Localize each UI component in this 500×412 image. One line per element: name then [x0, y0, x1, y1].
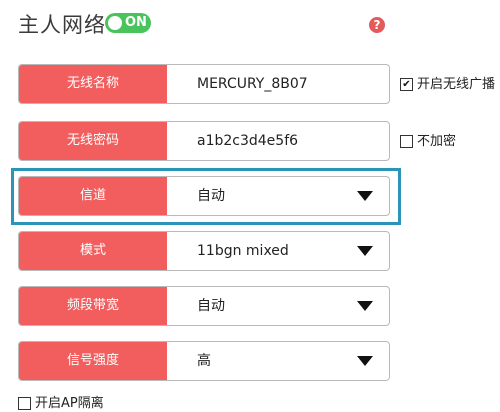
triangle-down-icon[interactable] [357, 356, 373, 366]
help-icon[interactable]: ? [369, 17, 385, 33]
signal-strength-label: 信号强度 [19, 342, 167, 380]
password-label: 无线密码 [19, 122, 167, 160]
enable-broadcast-label: 开启无线广播 [417, 77, 496, 92]
ap-isolation-option[interactable]: 开启AP隔离 [18, 396, 104, 412]
channel-value: 自动 [197, 188, 225, 204]
bandwidth-select[interactable]: 频段带宽 自动 [18, 286, 390, 326]
channel-select[interactable]: 信道 自动 [18, 176, 390, 216]
mode-value: 11bgn mixed [197, 243, 289, 259]
triangle-down-icon[interactable] [357, 301, 373, 311]
password-value[interactable]: a1b2c3d4e5f6 [197, 122, 298, 160]
toggle-label: ON [125, 15, 147, 30]
no-encryption-option[interactable]: 不加密 [400, 134, 456, 150]
ssid-label: 无线名称 [19, 65, 167, 103]
triangle-down-icon[interactable] [357, 246, 373, 256]
password-field[interactable]: 无线密码 a1b2c3d4e5f6 [18, 121, 390, 161]
mode-select[interactable]: 模式 11bgn mixed [18, 231, 390, 271]
page-title: 主人网络 [18, 13, 106, 37]
wireless-toggle[interactable]: ON [105, 13, 151, 33]
triangle-down-icon[interactable] [357, 191, 373, 201]
mode-label: 模式 [19, 232, 167, 270]
signal-strength-select[interactable]: 信号强度 高 [18, 341, 390, 381]
checkbox-icon[interactable] [400, 135, 413, 148]
toggle-knob [108, 16, 122, 30]
bandwidth-value: 自动 [197, 298, 225, 314]
signal-strength-value: 高 [197, 353, 211, 369]
no-encryption-label: 不加密 [417, 134, 457, 149]
ssid-value[interactable]: MERCURY_8B07 [197, 65, 308, 103]
ssid-field[interactable]: 无线名称 MERCURY_8B07 [18, 64, 390, 104]
channel-label: 信道 [19, 177, 167, 215]
ap-isolation-label: 开启AP隔离 [35, 396, 104, 411]
checkbox-icon[interactable] [18, 397, 31, 410]
bandwidth-label: 频段带宽 [19, 287, 167, 325]
checkbox-icon[interactable]: ✔ [400, 78, 413, 91]
enable-broadcast-option[interactable]: ✔ 开启无线广播 [400, 77, 495, 93]
